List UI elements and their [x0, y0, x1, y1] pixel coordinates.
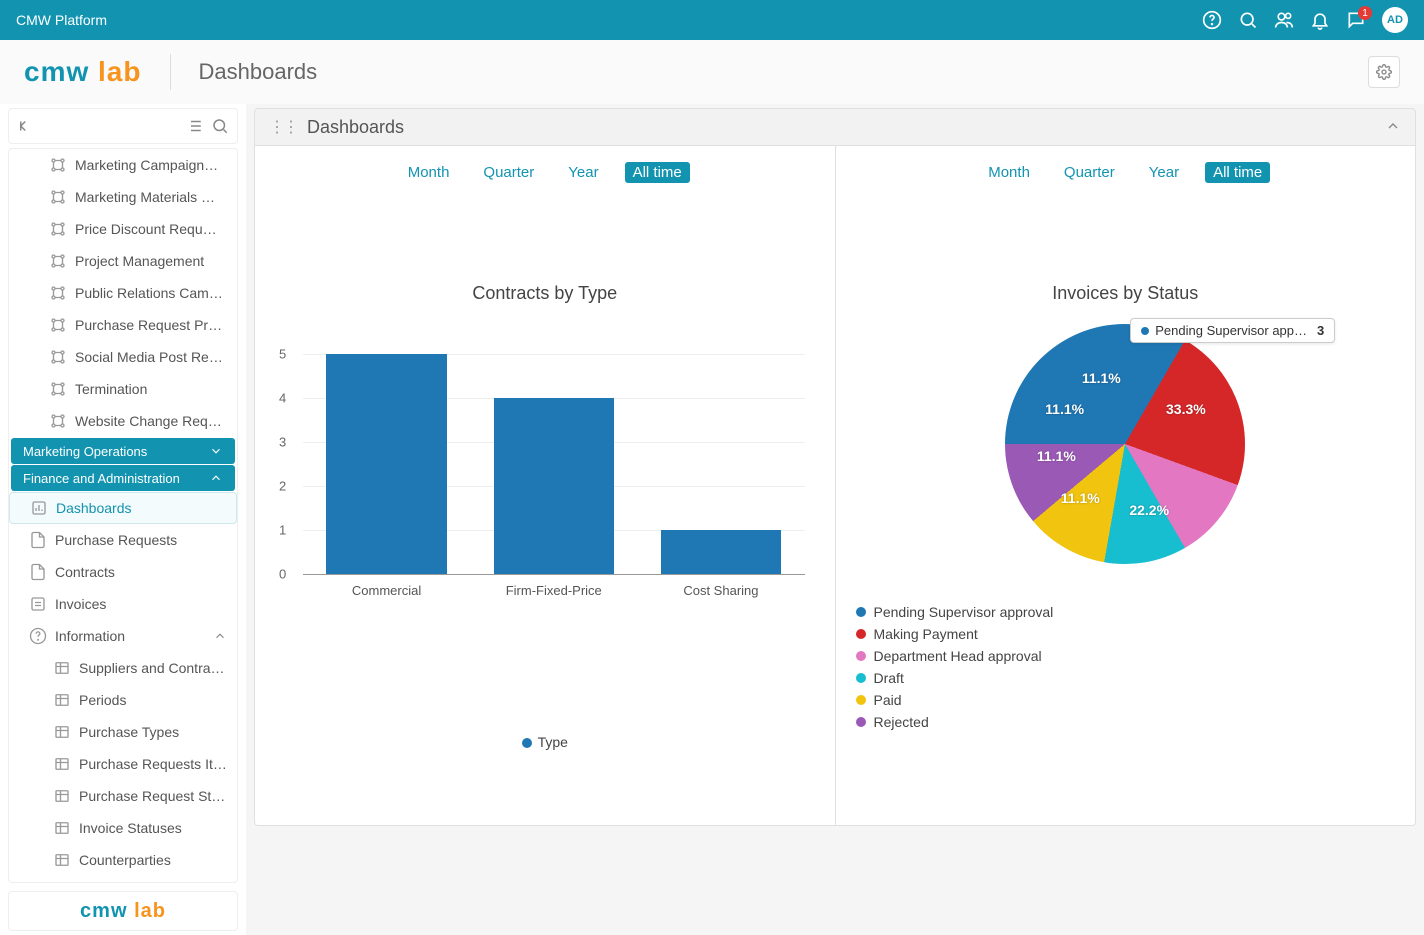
header: cmw lab Dashboards [0, 40, 1424, 104]
sidebar-item-information[interactable]: Information [9, 620, 237, 652]
bar-category-label: Commercial [352, 583, 421, 598]
tab-quarter[interactable]: Quarter [1056, 162, 1123, 183]
panel-collapse-button[interactable] [1385, 118, 1401, 137]
sidebar-item[interactable]: Public Relations Cam… [9, 277, 237, 309]
topbar: CMW Platform 1 AD [0, 0, 1424, 40]
sidebar-item-dashboards[interactable]: Dashboards [9, 492, 237, 524]
legend-item[interactable]: Pending Supervisor approval [856, 604, 1406, 620]
sidebar-item[interactable]: Social Media Post Re… [9, 341, 237, 373]
sidebar-item[interactable]: Suppliers and Contra… [9, 652, 237, 684]
collapse-sidebar-icon[interactable] [17, 117, 35, 135]
legend-item[interactable]: Rejected [856, 714, 1406, 730]
bar-legend: Type [265, 734, 825, 750]
sidebar-item[interactable]: Periods [9, 684, 237, 716]
pie-slice-label: 11.1% [1045, 401, 1084, 417]
axis-tick: 0 [279, 567, 286, 582]
time-tabs: Month Quarter Year All time [846, 162, 1406, 183]
divider [170, 54, 171, 90]
legend-item[interactable]: Department Head approval [856, 648, 1406, 664]
axis-tick: 4 [279, 391, 286, 406]
sidebar-search-icon[interactable] [211, 117, 229, 135]
bar-category-label: Firm-Fixed-Price [506, 583, 602, 598]
pie-slice-label: 33.3% [1166, 401, 1206, 417]
sidebar-item[interactable]: Purchase Request Pr… [9, 309, 237, 341]
axis-tick: 1 [279, 523, 286, 538]
legend-item[interactable]: Paid [856, 692, 1406, 708]
sidebar-item-purchase-requests[interactable]: Purchase Requests [9, 524, 237, 556]
app-title: CMW Platform [16, 12, 107, 28]
pie-chart: Pending Supervisor app… 3 33.3%22.2%11.1… [1005, 324, 1245, 564]
legend-item[interactable]: Making Payment [856, 626, 1406, 642]
pie-slice-label: 11.1% [1037, 448, 1076, 464]
people-icon[interactable] [1266, 2, 1302, 38]
bell-icon[interactable] [1302, 2, 1338, 38]
bar[interactable] [661, 530, 781, 574]
chart-contracts: Month Quarter Year All time Contracts by… [255, 146, 836, 825]
bar[interactable] [494, 398, 614, 574]
sidebar-item[interactable]: Invoice Statuses [9, 812, 237, 844]
chevron-up-icon [209, 471, 223, 485]
page-title: Dashboards [199, 59, 318, 85]
sidebar-section-finance[interactable]: Finance and Administration [11, 465, 235, 491]
sidebar-item[interactable]: Price Discount Requ… [9, 213, 237, 245]
axis-tick: 5 [279, 347, 286, 362]
bar[interactable] [326, 354, 446, 574]
list-icon[interactable] [185, 117, 203, 135]
pie-chart-title: Invoices by Status [846, 283, 1406, 304]
settings-button[interactable] [1368, 56, 1400, 88]
avatar[interactable]: AD [1382, 7, 1408, 33]
content: ⋮⋮ Dashboards Month Quarter Year All tim… [246, 104, 1424, 935]
tab-month[interactable]: Month [400, 162, 458, 183]
pie-slice-label: 22.2% [1129, 502, 1169, 518]
sidebar-item[interactable]: Counterparties [9, 844, 237, 876]
tab-quarter[interactable]: Quarter [475, 162, 542, 183]
sidebar-item[interactable]: Project Management [9, 245, 237, 277]
sidebar-item[interactable]: Marketing Campaign… [9, 149, 237, 181]
axis-tick: 2 [279, 479, 286, 494]
sidebar-item-contracts[interactable]: Contracts [9, 556, 237, 588]
tab-year[interactable]: Year [560, 162, 606, 183]
bar-category-label: Cost Sharing [683, 583, 758, 598]
sidebar-item[interactable]: Website Change Req… [9, 405, 237, 437]
panel-header: ⋮⋮ Dashboards [254, 108, 1416, 146]
chart-tooltip: Pending Supervisor app… 3 [1130, 318, 1335, 343]
time-tabs: Month Quarter Year All time [265, 162, 825, 183]
bar-chart-title: Contracts by Type [265, 283, 825, 304]
pie-slice-label: 11.1% [1082, 370, 1121, 386]
drag-handle-icon[interactable]: ⋮⋮ [269, 117, 297, 137]
sidebar: Marketing Campaign… Marketing Materials … [0, 104, 246, 935]
chevron-down-icon [209, 444, 223, 458]
sidebar-item-invoices[interactable]: Invoices [9, 588, 237, 620]
chart-invoices: Month Quarter Year All time Invoices by … [836, 146, 1416, 825]
tab-month[interactable]: Month [980, 162, 1038, 183]
sidebar-item[interactable]: Purchase Types [9, 716, 237, 748]
search-icon[interactable] [1230, 2, 1266, 38]
axis-tick: 3 [279, 435, 286, 450]
sidebar-item[interactable]: Purchase Requests It… [9, 748, 237, 780]
tab-all[interactable]: All time [625, 162, 690, 183]
tab-all[interactable]: All time [1205, 162, 1270, 183]
panel-title: Dashboards [307, 117, 404, 138]
pie-slices[interactable] [1005, 324, 1245, 564]
pie-legend: Pending Supervisor approval Making Paymen… [856, 604, 1406, 730]
tab-year[interactable]: Year [1141, 162, 1187, 183]
pie-slice-label: 11.1% [1061, 490, 1100, 506]
panel-body: Month Quarter Year All time Contracts by… [254, 146, 1416, 826]
sidebar-footer-logo: cmw lab [8, 891, 238, 931]
sidebar-item[interactable]: Purchase Request St… [9, 780, 237, 812]
chat-icon[interactable]: 1 [1338, 2, 1374, 38]
logo: cmw lab [24, 56, 142, 88]
sidebar-item[interactable]: Termination [9, 373, 237, 405]
sidebar-item[interactable]: Marketing Materials … [9, 181, 237, 213]
legend-item[interactable]: Draft [856, 670, 1406, 686]
sidebar-scroll[interactable]: Marketing Campaign… Marketing Materials … [8, 148, 238, 883]
bar-chart: 012345CommercialFirm-Fixed-PriceCost Sha… [285, 324, 805, 604]
help-icon[interactable] [1194, 2, 1230, 38]
sidebar-section-marketing[interactable]: Marketing Operations [11, 438, 235, 464]
sidebar-toolbar [8, 108, 238, 144]
chevron-up-icon [213, 629, 227, 643]
notification-badge: 1 [1358, 6, 1372, 20]
